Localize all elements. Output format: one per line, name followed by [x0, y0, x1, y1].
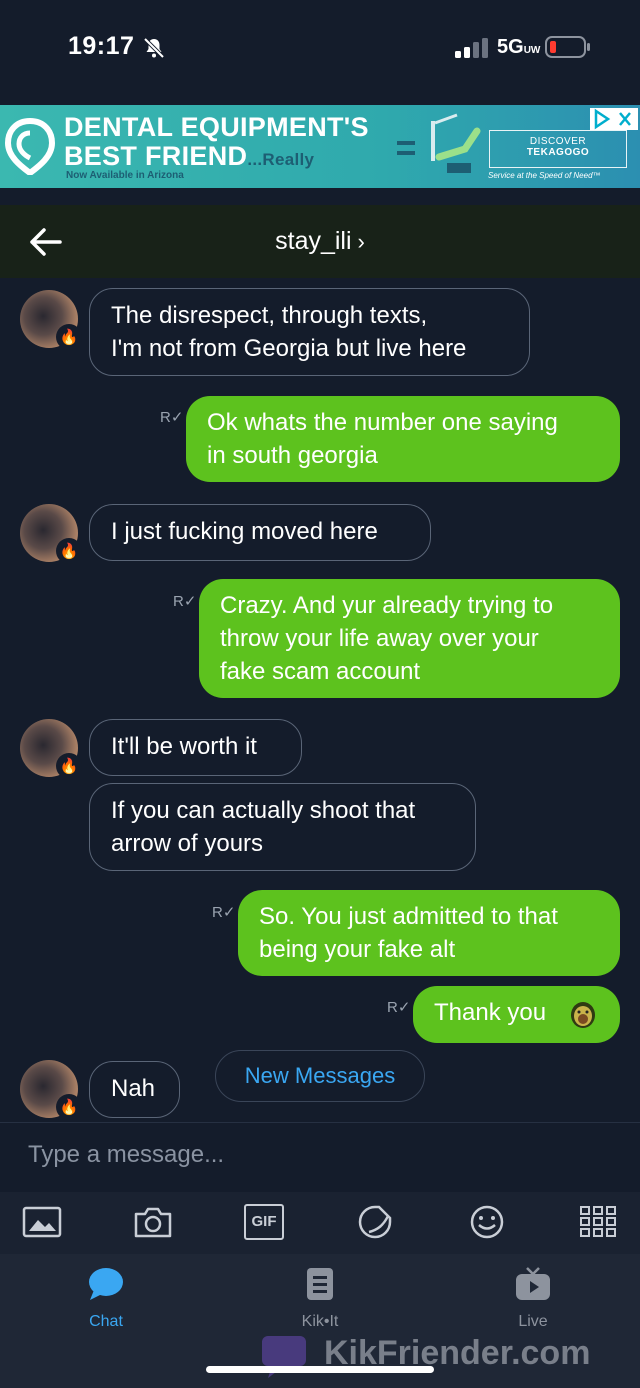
- chat-header: stay_ili ›: [0, 205, 640, 278]
- message-text: Thank you: [434, 999, 547, 1026]
- chevron-right-icon: ›: [357, 229, 365, 254]
- message-text: So. You just admitted to that: [259, 903, 558, 930]
- read-receipt-icon: R✓: [173, 593, 197, 610]
- message-bubble-outgoing[interactable]: Ok whats the number one saying in south …: [186, 396, 620, 482]
- new-messages-button[interactable]: New Messages: [215, 1050, 425, 1102]
- chat-bubble-icon: [89, 1268, 123, 1300]
- contact-name[interactable]: stay_ili ›: [0, 227, 640, 256]
- status-bar: 19:17 5GUW: [0, 0, 640, 105]
- tab-label: Chat: [89, 1313, 123, 1330]
- message-text: arrow of yours: [111, 830, 264, 857]
- attachment-toolbar: GIF: [0, 1192, 640, 1254]
- ad-headline: DENTAL EQUIPMENT'S BEST FRIEND...Really: [64, 112, 369, 171]
- message-bubble-outgoing[interactable]: Crazy. And yur already trying to throw y…: [199, 579, 620, 698]
- message-input[interactable]: Type a message...: [28, 1141, 224, 1169]
- fire-badge-icon: 🔥: [56, 1094, 82, 1120]
- read-receipt-icon: R✓: [160, 409, 184, 426]
- home-indicator[interactable]: [206, 1366, 434, 1373]
- message-text: in south georgia: [207, 442, 378, 469]
- message-text: Crazy. And yur already trying to: [220, 592, 554, 619]
- message-text: Ok whats the number one saying: [207, 409, 558, 436]
- message-text: If you can actually shoot that: [111, 797, 416, 824]
- silent-bell-icon: [143, 37, 165, 59]
- read-receipt-icon: R✓: [387, 999, 411, 1016]
- message-text: fake scam account: [220, 658, 421, 685]
- message-bubble-incoming[interactable]: The disrespect, through texts, I'm not f…: [89, 288, 530, 376]
- avocado-emoji-icon: [571, 1002, 595, 1028]
- contact-avatar[interactable]: 🔥: [20, 1060, 82, 1120]
- ad-cta-box[interactable]: DISCOVER TEKAGOGO: [489, 130, 627, 168]
- dental-chair-icon: [397, 113, 481, 173]
- contact-avatar[interactable]: 🔥: [20, 290, 82, 350]
- more-apps-grid-icon[interactable]: [578, 1204, 618, 1240]
- tab-label: Kik•It: [301, 1313, 339, 1330]
- message-bubble-outgoing[interactable]: So. You just admitted to that being your…: [238, 890, 620, 976]
- tab-live[interactable]: Live: [473, 1266, 593, 1331]
- message-text: The disrespect, through texts,: [111, 302, 428, 329]
- message-bubble-incoming[interactable]: If you can actually shoot that arrow of …: [89, 783, 476, 871]
- message-bubble-incoming[interactable]: It'll be worth it: [89, 719, 302, 776]
- contact-avatar[interactable]: 🔥: [20, 504, 82, 564]
- message-bubble-outgoing[interactable]: Thank you: [413, 986, 620, 1043]
- fire-badge-icon: 🔥: [56, 753, 82, 779]
- cell-signal-icon: [455, 38, 488, 58]
- message-text: being your fake alt: [259, 936, 456, 963]
- message-composer[interactable]: Type a message...: [0, 1122, 640, 1192]
- ad-logo-icon: [4, 117, 56, 175]
- camera-icon[interactable]: [133, 1204, 173, 1240]
- gif-button[interactable]: GIF: [244, 1204, 284, 1240]
- message-text: throw your life away over your: [220, 625, 539, 652]
- read-receipt-icon: R✓: [212, 904, 236, 921]
- message-text: I'm not from Georgia but live here: [111, 335, 467, 362]
- message-bubble-incoming[interactable]: Nah: [89, 1061, 180, 1118]
- message-text: I just fucking moved here: [111, 518, 378, 545]
- gallery-icon[interactable]: [22, 1204, 62, 1240]
- ad-tagline: Service at the Speed of Need™: [488, 171, 601, 180]
- message-bubble-incoming[interactable]: I just fucking moved here: [89, 504, 431, 561]
- tab-kik-it[interactable]: Kik•It: [260, 1266, 380, 1331]
- fire-badge-icon: 🔥: [56, 538, 82, 564]
- tab-label: Live: [518, 1313, 548, 1330]
- kik-it-icon: [307, 1268, 333, 1300]
- contact-avatar[interactable]: 🔥: [20, 719, 82, 779]
- ad-choices-icon[interactable]: [590, 108, 638, 130]
- tab-chat[interactable]: Chat: [46, 1266, 166, 1331]
- sticker-icon[interactable]: [355, 1204, 395, 1240]
- ad-banner[interactable]: DENTAL EQUIPMENT'S BEST FRIEND...Really …: [0, 105, 640, 188]
- network-label: 5GUW: [497, 36, 541, 58]
- message-text: It'll be worth it: [111, 733, 257, 760]
- fire-badge-icon: 🔥: [56, 324, 82, 350]
- live-tv-icon: [516, 1267, 550, 1300]
- message-text: Nah: [111, 1075, 156, 1102]
- emoji-icon[interactable]: [467, 1204, 507, 1240]
- ad-subtext: Now Available in Arizona: [66, 170, 184, 181]
- status-time: 19:17: [68, 32, 135, 60]
- battery-icon: [545, 36, 590, 58]
